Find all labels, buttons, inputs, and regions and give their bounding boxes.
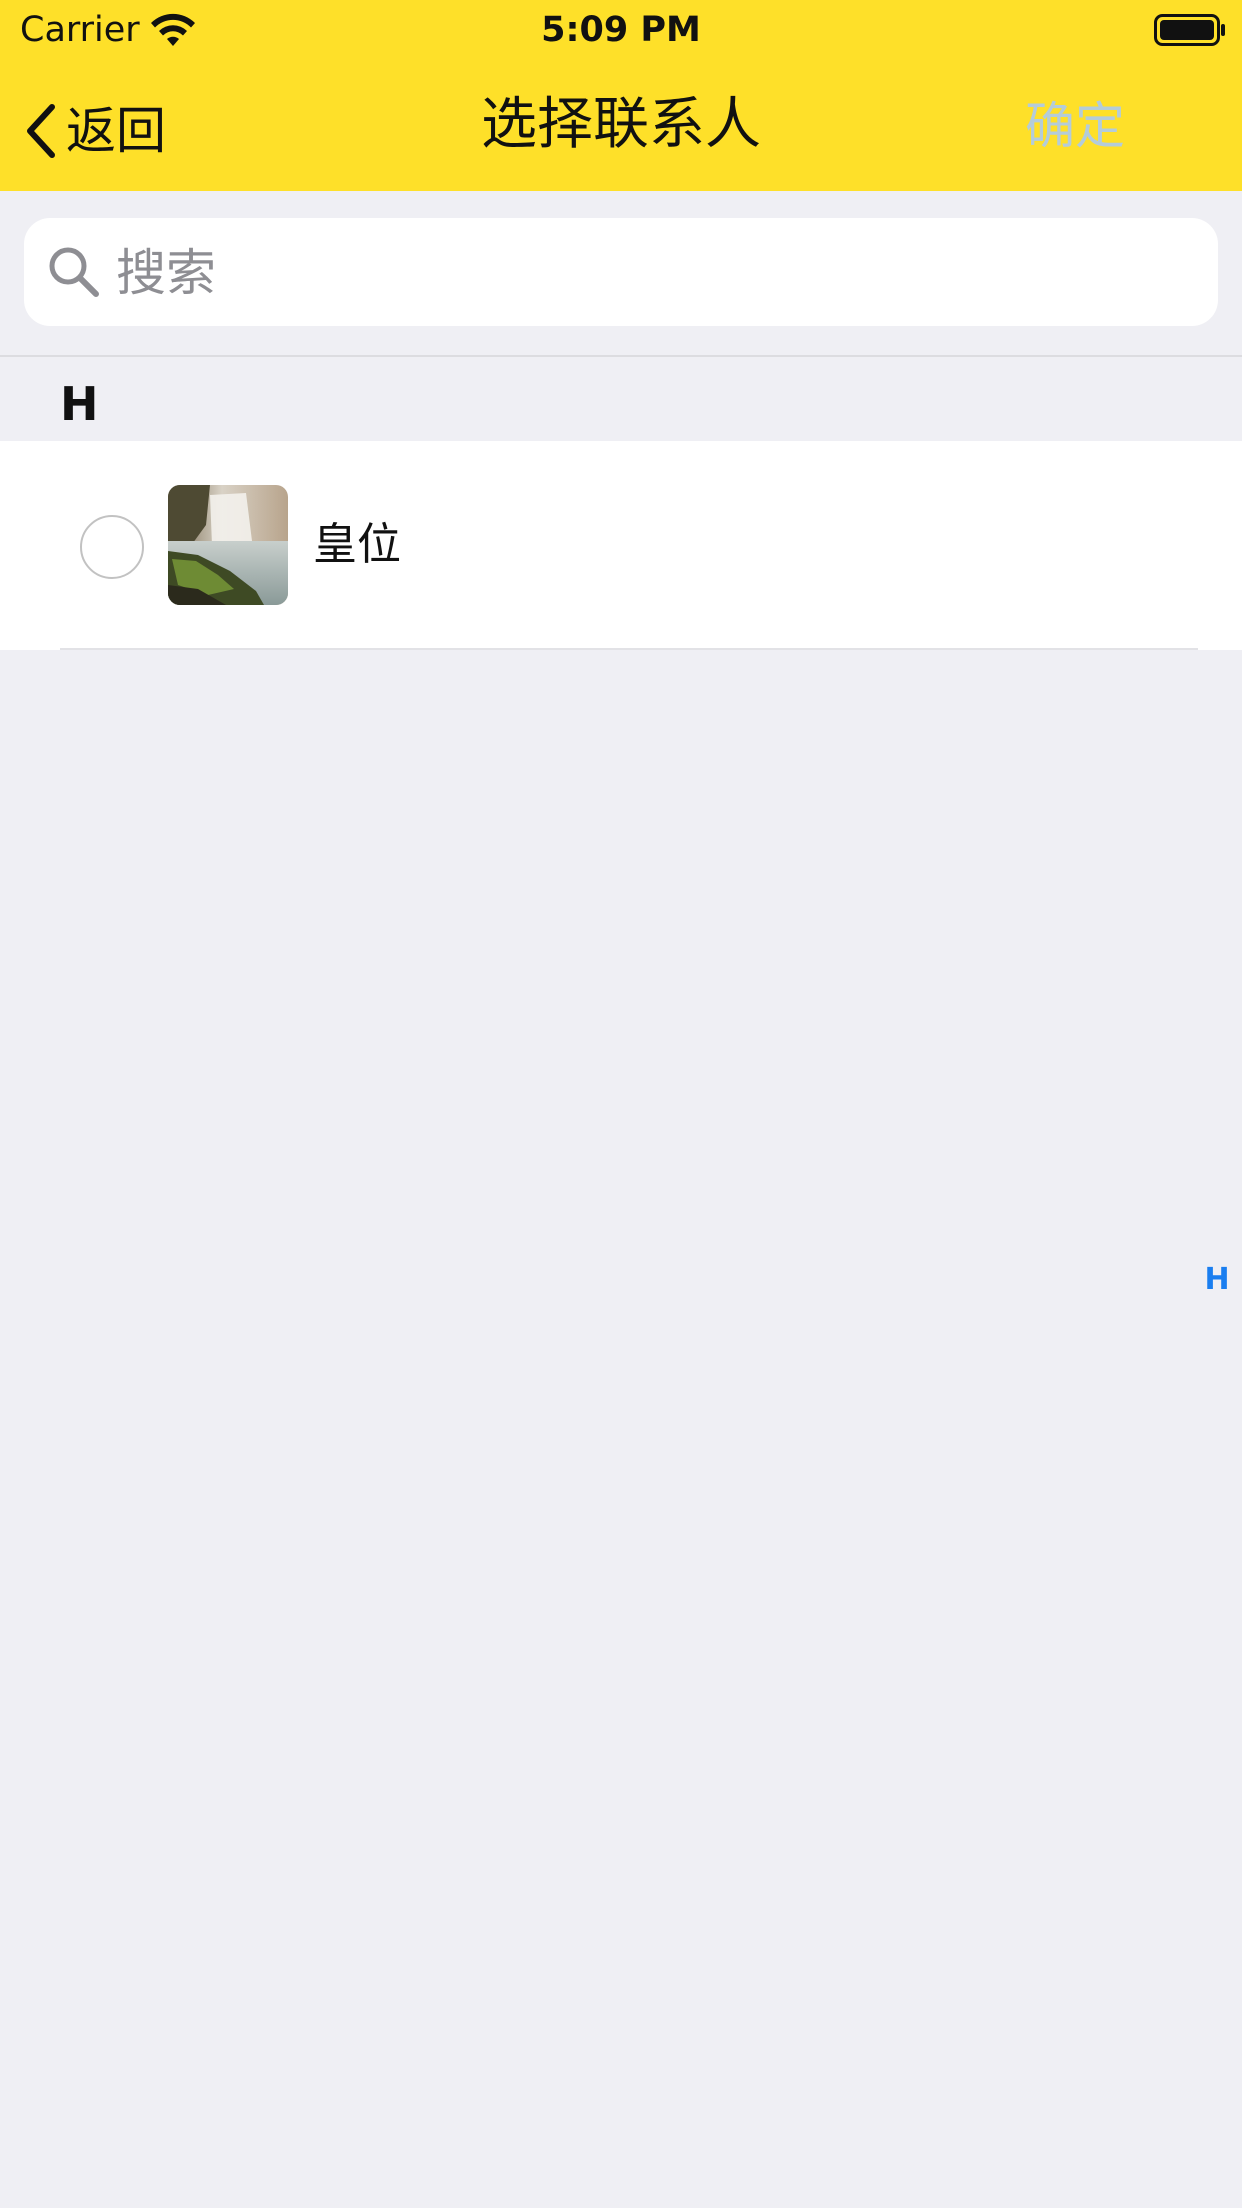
row-separator <box>60 648 1198 650</box>
waterfall-photo <box>168 485 288 605</box>
battery-icon <box>1154 14 1225 46</box>
contact-list: 皇位 <box>0 441 1242 650</box>
section-index-bar[interactable]: H <box>1200 1258 1234 1302</box>
search-bar[interactable] <box>24 218 1218 326</box>
select-radio[interactable] <box>80 515 144 579</box>
nav-bar: Carrier 5:09 PM 返回 选择联系人 确定 <box>0 0 1242 191</box>
avatar <box>168 485 288 605</box>
contact-row[interactable]: 皇位 <box>0 441 1242 650</box>
contact-name: 皇位 <box>313 519 401 570</box>
status-time: 5:09 PM <box>541 10 701 50</box>
divider <box>0 355 1242 357</box>
search-icon <box>49 247 99 297</box>
search-input[interactable] <box>114 234 1198 312</box>
index-letter-h[interactable]: H <box>1200 1258 1234 1302</box>
section-header-h: H <box>60 377 99 431</box>
confirm-button[interactable]: 确定 <box>1010 96 1140 156</box>
